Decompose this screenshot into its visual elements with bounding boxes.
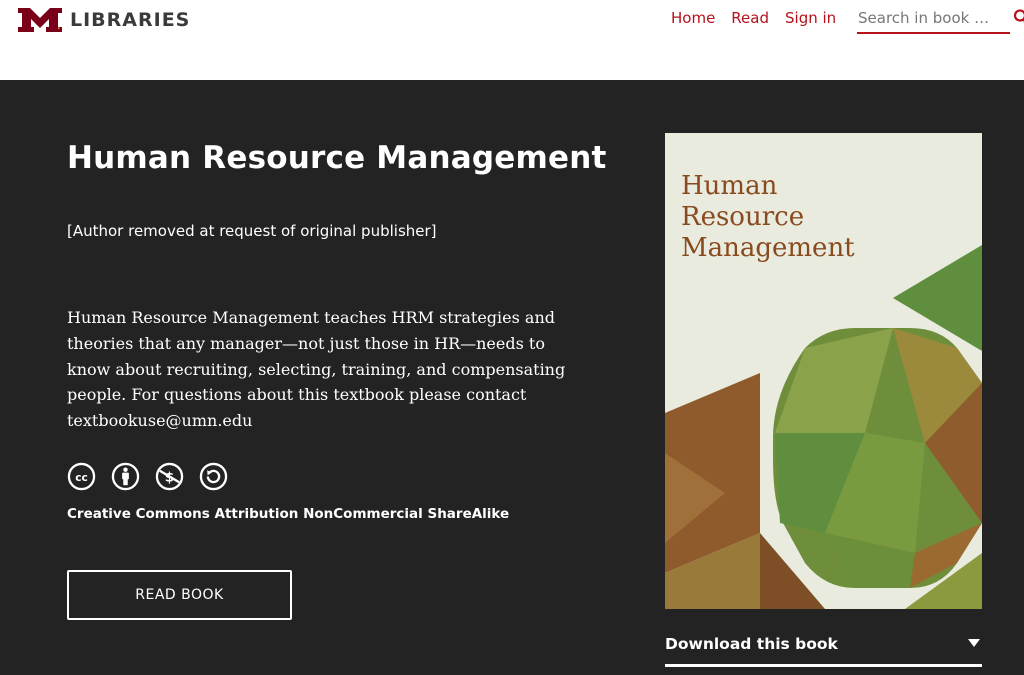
cover-title-line: Management: [681, 233, 855, 263]
book-cover[interactable]: Human Resource Management: [665, 133, 982, 609]
license-name: Creative Commons Attribution NonCommerci…: [67, 506, 510, 522]
site-header: LIBRARIES Home Read Sign in: [0, 0, 1024, 80]
university-m-logo-icon: [18, 8, 62, 32]
search-input[interactable]: [857, 6, 998, 27]
cover-title-line: Resource: [681, 202, 805, 232]
nav-home-link[interactable]: Home: [671, 8, 715, 28]
book-title: Human Resource Management: [67, 140, 607, 176]
license-icons: cc $: [67, 462, 243, 491]
read-book-button[interactable]: READ BOOK: [67, 570, 292, 620]
cover-title-line: Human: [681, 171, 778, 201]
sharealike-icon: [199, 462, 228, 491]
download-book-dropdown[interactable]: Download this book: [665, 628, 982, 667]
search-box: [857, 6, 1010, 34]
cc-icon: cc: [67, 462, 96, 491]
book-description: Human Resource Management teaches HRM st…: [67, 308, 566, 431]
search-icon[interactable]: [1013, 9, 1024, 25]
noncommercial-icon: $: [155, 462, 184, 491]
book-hero: Human Resource Management [Author remove…: [0, 80, 1024, 675]
libraries-logo[interactable]: LIBRARIES: [18, 8, 190, 32]
nav-sign-in-link[interactable]: Sign in: [785, 8, 836, 28]
download-label: Download this book: [665, 635, 838, 653]
logo-text: LIBRARIES: [70, 9, 191, 31]
caret-down-icon: [968, 639, 980, 647]
attribution-icon: [111, 462, 140, 491]
book-author: [Author removed at request of original p…: [67, 222, 437, 240]
nav-read-link[interactable]: Read: [731, 8, 769, 28]
cover-title: Human Resource Management: [681, 171, 855, 264]
svg-text:cc: cc: [75, 471, 88, 484]
main-nav: Home Read Sign in: [671, 8, 852, 28]
